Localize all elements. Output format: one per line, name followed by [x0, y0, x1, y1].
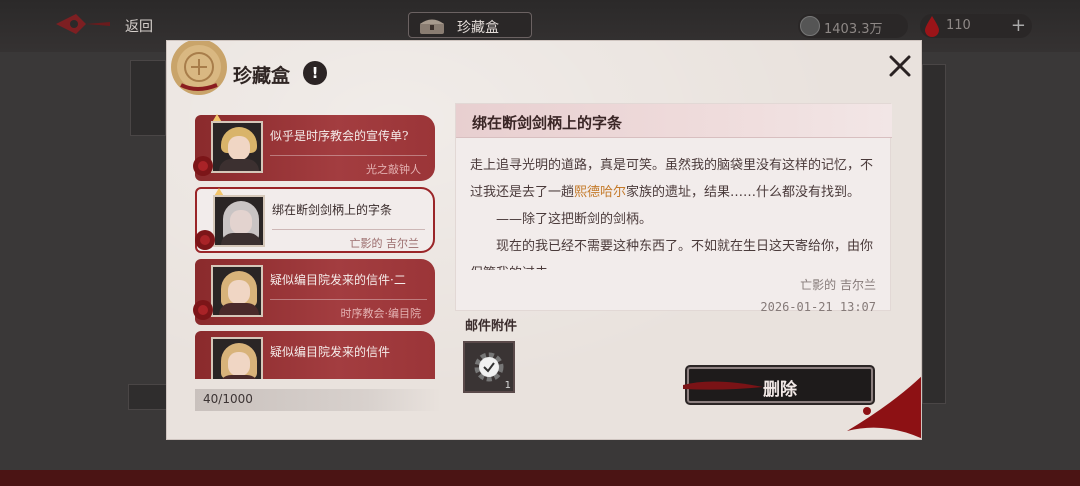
background-panel-bottom-left [128, 384, 168, 410]
mail-body-text: ——除了这把断剑的剑柄。 [496, 212, 653, 227]
attachment-item[interactable]: 1 [463, 341, 515, 393]
back-arrow-icon[interactable] [56, 12, 110, 36]
avatar [211, 337, 263, 379]
mail-detail-panel: 绑在断剑剑柄上的字条 走上追寻光明的道路，真是可笑。虽然我的脑袋里没有这样的记忆… [455, 103, 892, 314]
mail-item[interactable]: 似乎是时序教会的宣传单? 光之敲钟人 [193, 114, 435, 181]
mail-date: 2026-01-21 13:07 [760, 300, 876, 314]
coin-icon [800, 16, 820, 36]
background-panel-left [130, 60, 166, 136]
mail-item[interactable]: 疑似编目院发来的信件·二 时序教会·编目院 [193, 259, 435, 325]
gold-currency: 1403.3万 [798, 14, 908, 38]
close-icon[interactable] [883, 49, 917, 83]
dialog-title: 珍藏盒 [233, 65, 291, 87]
treasure-chest-icon [420, 19, 444, 34]
mail-subject: 疑似编目院发来的信件 [270, 345, 391, 359]
mail-subject: 绑在断剑剑柄上的字条 [272, 203, 393, 217]
mail-body-text: 现在的我已经不需要这种东西了。不如就在生日这天寄给你，由你保管我的过去。 [470, 239, 874, 270]
blood-splatter-decor [847, 376, 921, 439]
bottom-decor-strip [0, 470, 1080, 486]
attachment-quantity: 1 [504, 380, 511, 391]
avatar [213, 195, 265, 247]
avatar [211, 265, 263, 317]
mail-subject: 疑似编目院发来的信件·二 [270, 273, 406, 287]
screen-title-label: 珍藏盒 [457, 20, 499, 36]
mail-detail-title: 绑在断剑剑柄上的字条 [472, 114, 623, 132]
mail-signature: 亡影的 吉尔兰 [800, 278, 876, 292]
claimed-check-icon [479, 357, 499, 377]
info-icon[interactable]: ! [303, 61, 327, 85]
mail-item-selected[interactable]: 绑在断剑剑柄上的字条 亡影的 吉尔兰 [195, 187, 435, 253]
mail-body-text: 家族的遗址，结果……什么都没有找到。 [626, 185, 861, 200]
blood-drop-icon [925, 16, 939, 37]
collection-box-dialog: 珍藏盒 ! 似乎是时序教会的宣传单? 光之敲钟人 绑在断剑剑柄上的字条 亡影的 … [166, 40, 922, 440]
add-currency-button[interactable]: + [1011, 15, 1026, 36]
mail-sender: 亡影的 吉尔兰 [349, 237, 420, 250]
mail-subject: 似乎是时序教会的宣传单? [270, 129, 409, 143]
mail-item[interactable]: 疑似编目院发来的信件 [195, 331, 435, 379]
back-label[interactable]: 返回 [125, 16, 153, 36]
mail-sender: 时序教会·编目院 [340, 307, 422, 320]
mail-body-highlight: 熙德哈尔 [574, 185, 627, 200]
avatar [211, 121, 263, 173]
blood-value: 110 [946, 18, 971, 33]
rose-icon [193, 156, 213, 176]
wax-seal-icon [171, 41, 227, 95]
rose-icon [195, 230, 215, 250]
blood-currency: 110 + [920, 14, 1032, 38]
mail-detail-header: 绑在断剑剑柄上的字条 [456, 104, 892, 138]
attachments-label: 邮件附件 [465, 319, 518, 334]
screen-title: 珍藏盒 [408, 12, 532, 38]
mail-list[interactable]: 似乎是时序教会的宣传单? 光之敲钟人 绑在断剑剑柄上的字条 亡影的 吉尔兰 疑似… [189, 111, 439, 379]
mail-sender: 光之敲钟人 [366, 163, 421, 176]
background-panel-right [922, 64, 946, 404]
gold-value: 1403.3万 [824, 22, 883, 37]
mail-count: 40/1000 [195, 389, 441, 411]
mail-body[interactable]: 走上追寻光明的道路，真是可笑。虽然我的脑袋里没有这样的记忆，不过我还是去了一趟熙… [470, 152, 876, 270]
rose-icon [193, 300, 213, 320]
mail-count-label: 40/1000 [203, 392, 253, 406]
